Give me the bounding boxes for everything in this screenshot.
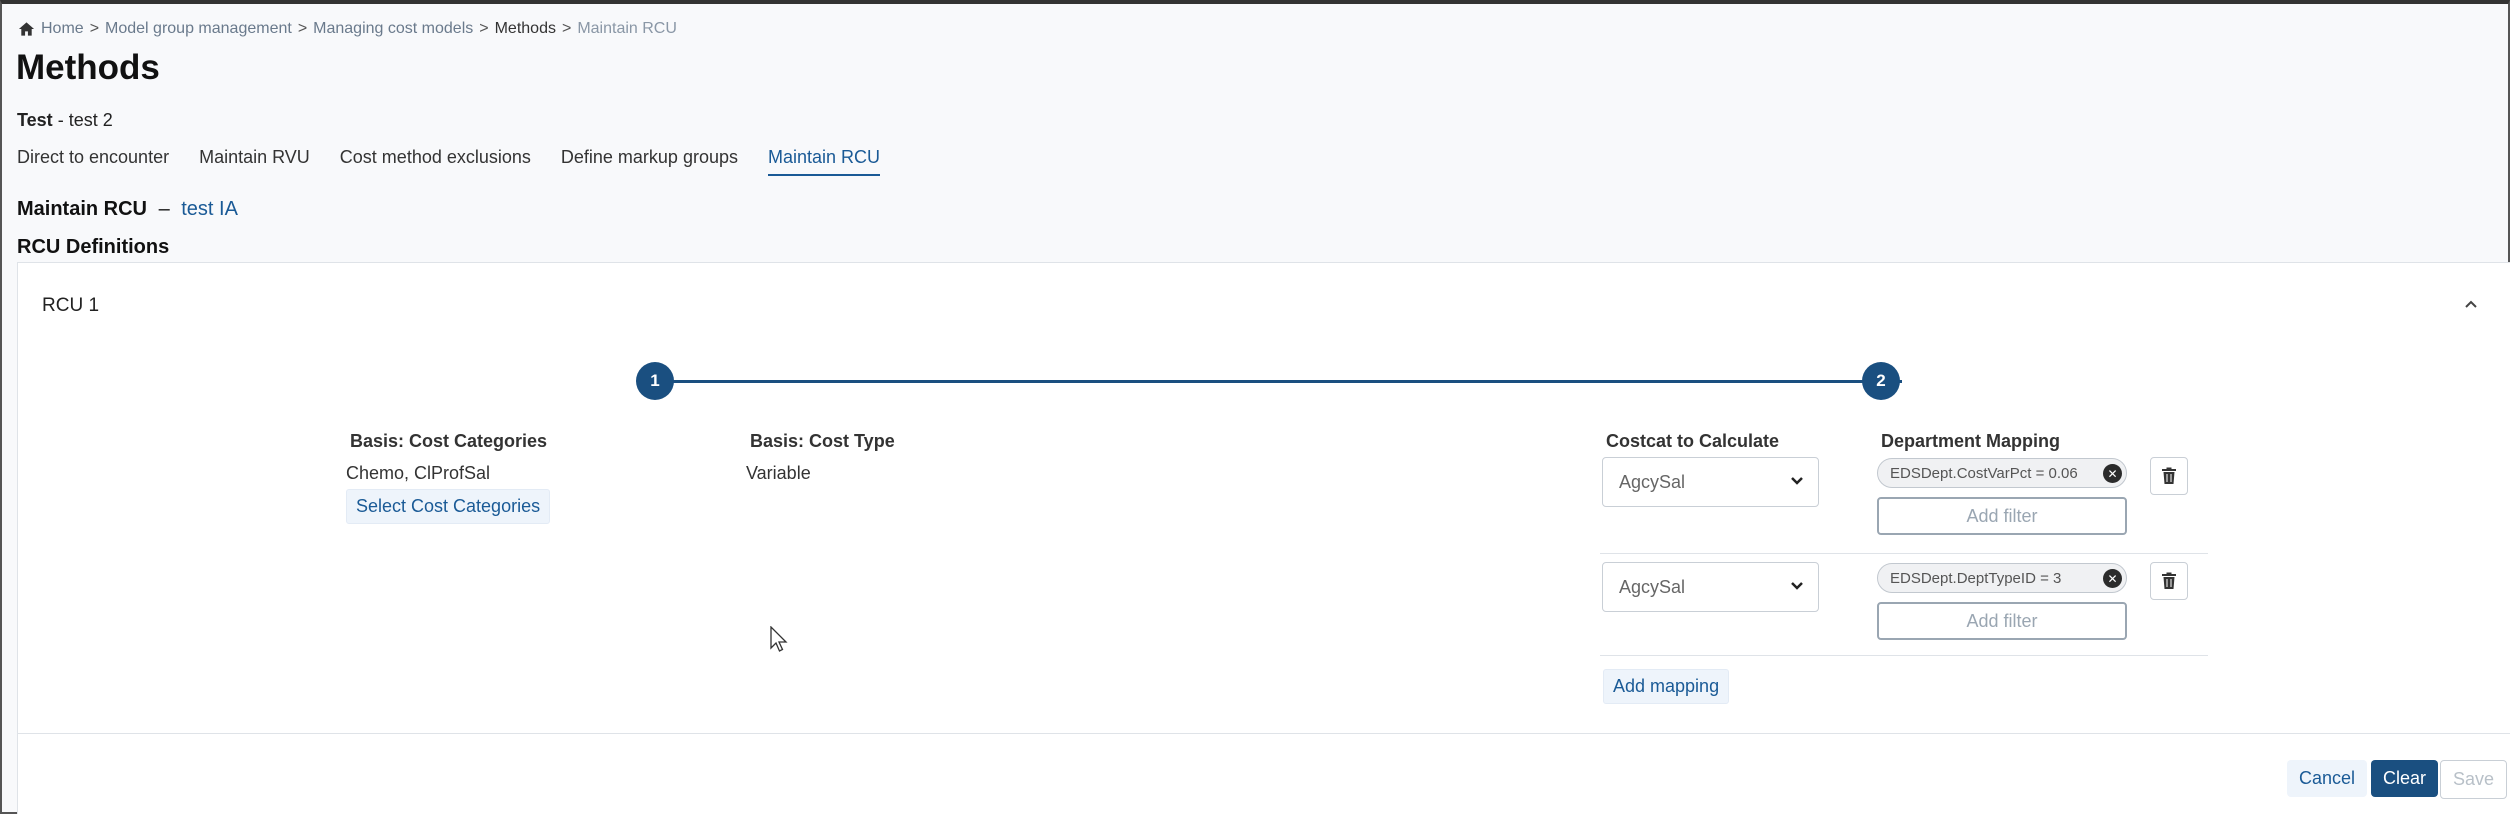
add-mapping-button[interactable]: Add mapping — [1603, 669, 1730, 704]
section-name: Maintain RCU — [17, 198, 147, 220]
app-window: Home > Model group management > Managing… — [0, 0, 2510, 814]
method-tabs: Direct to encounter Maintain RVU Cost me… — [17, 147, 881, 176]
tab-cost-method-exclusions[interactable]: Cost method exclusions — [340, 147, 531, 176]
step-1[interactable]: 1 — [636, 362, 674, 400]
breadcrumb-methods[interactable]: Methods — [495, 20, 556, 38]
breadcrumb-separator: > — [479, 20, 489, 37]
add-filter-button[interactable]: Add filter — [1877, 602, 2127, 640]
mapping-divider — [1600, 553, 2208, 554]
breadcrumb-managing-cost-models[interactable]: Managing cost models — [313, 20, 473, 38]
filter-chip: EDSDept.DeptTypeID = 3 ✕ — [1877, 563, 2127, 593]
delete-mapping-button[interactable] — [2150, 562, 2188, 600]
costcat-label: Costcat to Calculate — [1606, 431, 1780, 451]
breadcrumb-model-group-management[interactable]: Model group management — [105, 20, 292, 38]
basis-cost-type-value: Variable — [746, 463, 811, 483]
model-suffix: - test 2 — [57, 110, 113, 130]
rcu-header: RCU 1 — [42, 295, 100, 316]
mapping-divider — [1600, 655, 2208, 656]
cancel-button[interactable]: Cancel — [2287, 760, 2368, 797]
basis-cost-type-label: Basis: Cost Type — [750, 431, 895, 451]
filter-chip: EDSDept.CostVarPct = 0.06 ✕ — [1877, 458, 2127, 488]
tab-define-markup-groups[interactable]: Define markup groups — [561, 147, 738, 176]
chevron-down-icon — [1791, 477, 1803, 485]
department-mapping-label: Department Mapping — [1881, 431, 2061, 451]
costcat-select-value: AgcySal — [1619, 472, 1686, 492]
rcu-panel: RCU 1 1 2 Basis: Cost Categories Chemo, … — [17, 262, 2510, 814]
costcat-select-1[interactable]: AgcySal — [1602, 457, 1819, 507]
model-name: Test — [17, 110, 53, 130]
model-line: Test - test 2 — [17, 110, 113, 131]
add-filter-button[interactable]: Add filter — [1877, 497, 2127, 535]
panel-footer-divider — [18, 733, 2510, 734]
breadcrumb-separator: > — [561, 20, 572, 37]
section-dash: – — [158, 198, 170, 220]
basis-cost-categories-value: Chemo, ClProfSal — [346, 463, 491, 483]
breadcrumb-maintain-rcu: Maintain RCU — [577, 20, 677, 37]
page-title: Methods — [16, 48, 160, 87]
section-title: Maintain RCU – test IA — [17, 198, 238, 221]
breadcrumb: Home > Model group management > Managing… — [18, 20, 677, 38]
close-circle-icon[interactable]: ✕ — [2103, 569, 2122, 588]
breadcrumb-separator: > — [89, 20, 100, 37]
tab-maintain-rvu[interactable]: Maintain RVU — [199, 147, 310, 176]
filter-chip-label: EDSDept.CostVarPct = 0.06 — [1890, 465, 2078, 482]
close-circle-icon[interactable]: ✕ — [2103, 464, 2122, 483]
costcat-select-2[interactable]: AgcySal — [1602, 562, 1819, 612]
trash-icon — [2162, 572, 2176, 589]
select-cost-categories-button[interactable]: Select Cost Categories — [346, 489, 551, 524]
breadcrumb-separator: > — [297, 20, 308, 37]
costcat-select-value: AgcySal — [1619, 577, 1686, 597]
basis-cost-categories-label: Basis: Cost Categories — [350, 431, 548, 451]
clear-button[interactable]: Clear — [2371, 760, 2439, 797]
step-2[interactable]: 2 — [1862, 362, 1900, 400]
filter-chip-label: EDSDept.DeptTypeID = 3 — [1890, 570, 2062, 587]
trash-icon — [2162, 467, 2176, 484]
tab-direct-to-encounter[interactable]: Direct to encounter — [17, 147, 169, 176]
home-icon[interactable] — [18, 21, 35, 37]
tab-maintain-rcu[interactable]: Maintain RCU — [767, 147, 881, 176]
section-subtitle: test IA — [181, 198, 238, 220]
breadcrumb-home[interactable]: Home — [41, 20, 84, 38]
stepper-line — [655, 380, 1902, 383]
save-button[interactable]: Save — [2440, 760, 2508, 799]
mouse-pointer-icon — [770, 626, 788, 652]
chevron-up-icon[interactable] — [2462, 297, 2480, 311]
chevron-down-icon — [1791, 582, 1803, 590]
rcu-definitions-title: RCU Definitions — [17, 236, 170, 258]
delete-mapping-button[interactable] — [2150, 457, 2188, 495]
